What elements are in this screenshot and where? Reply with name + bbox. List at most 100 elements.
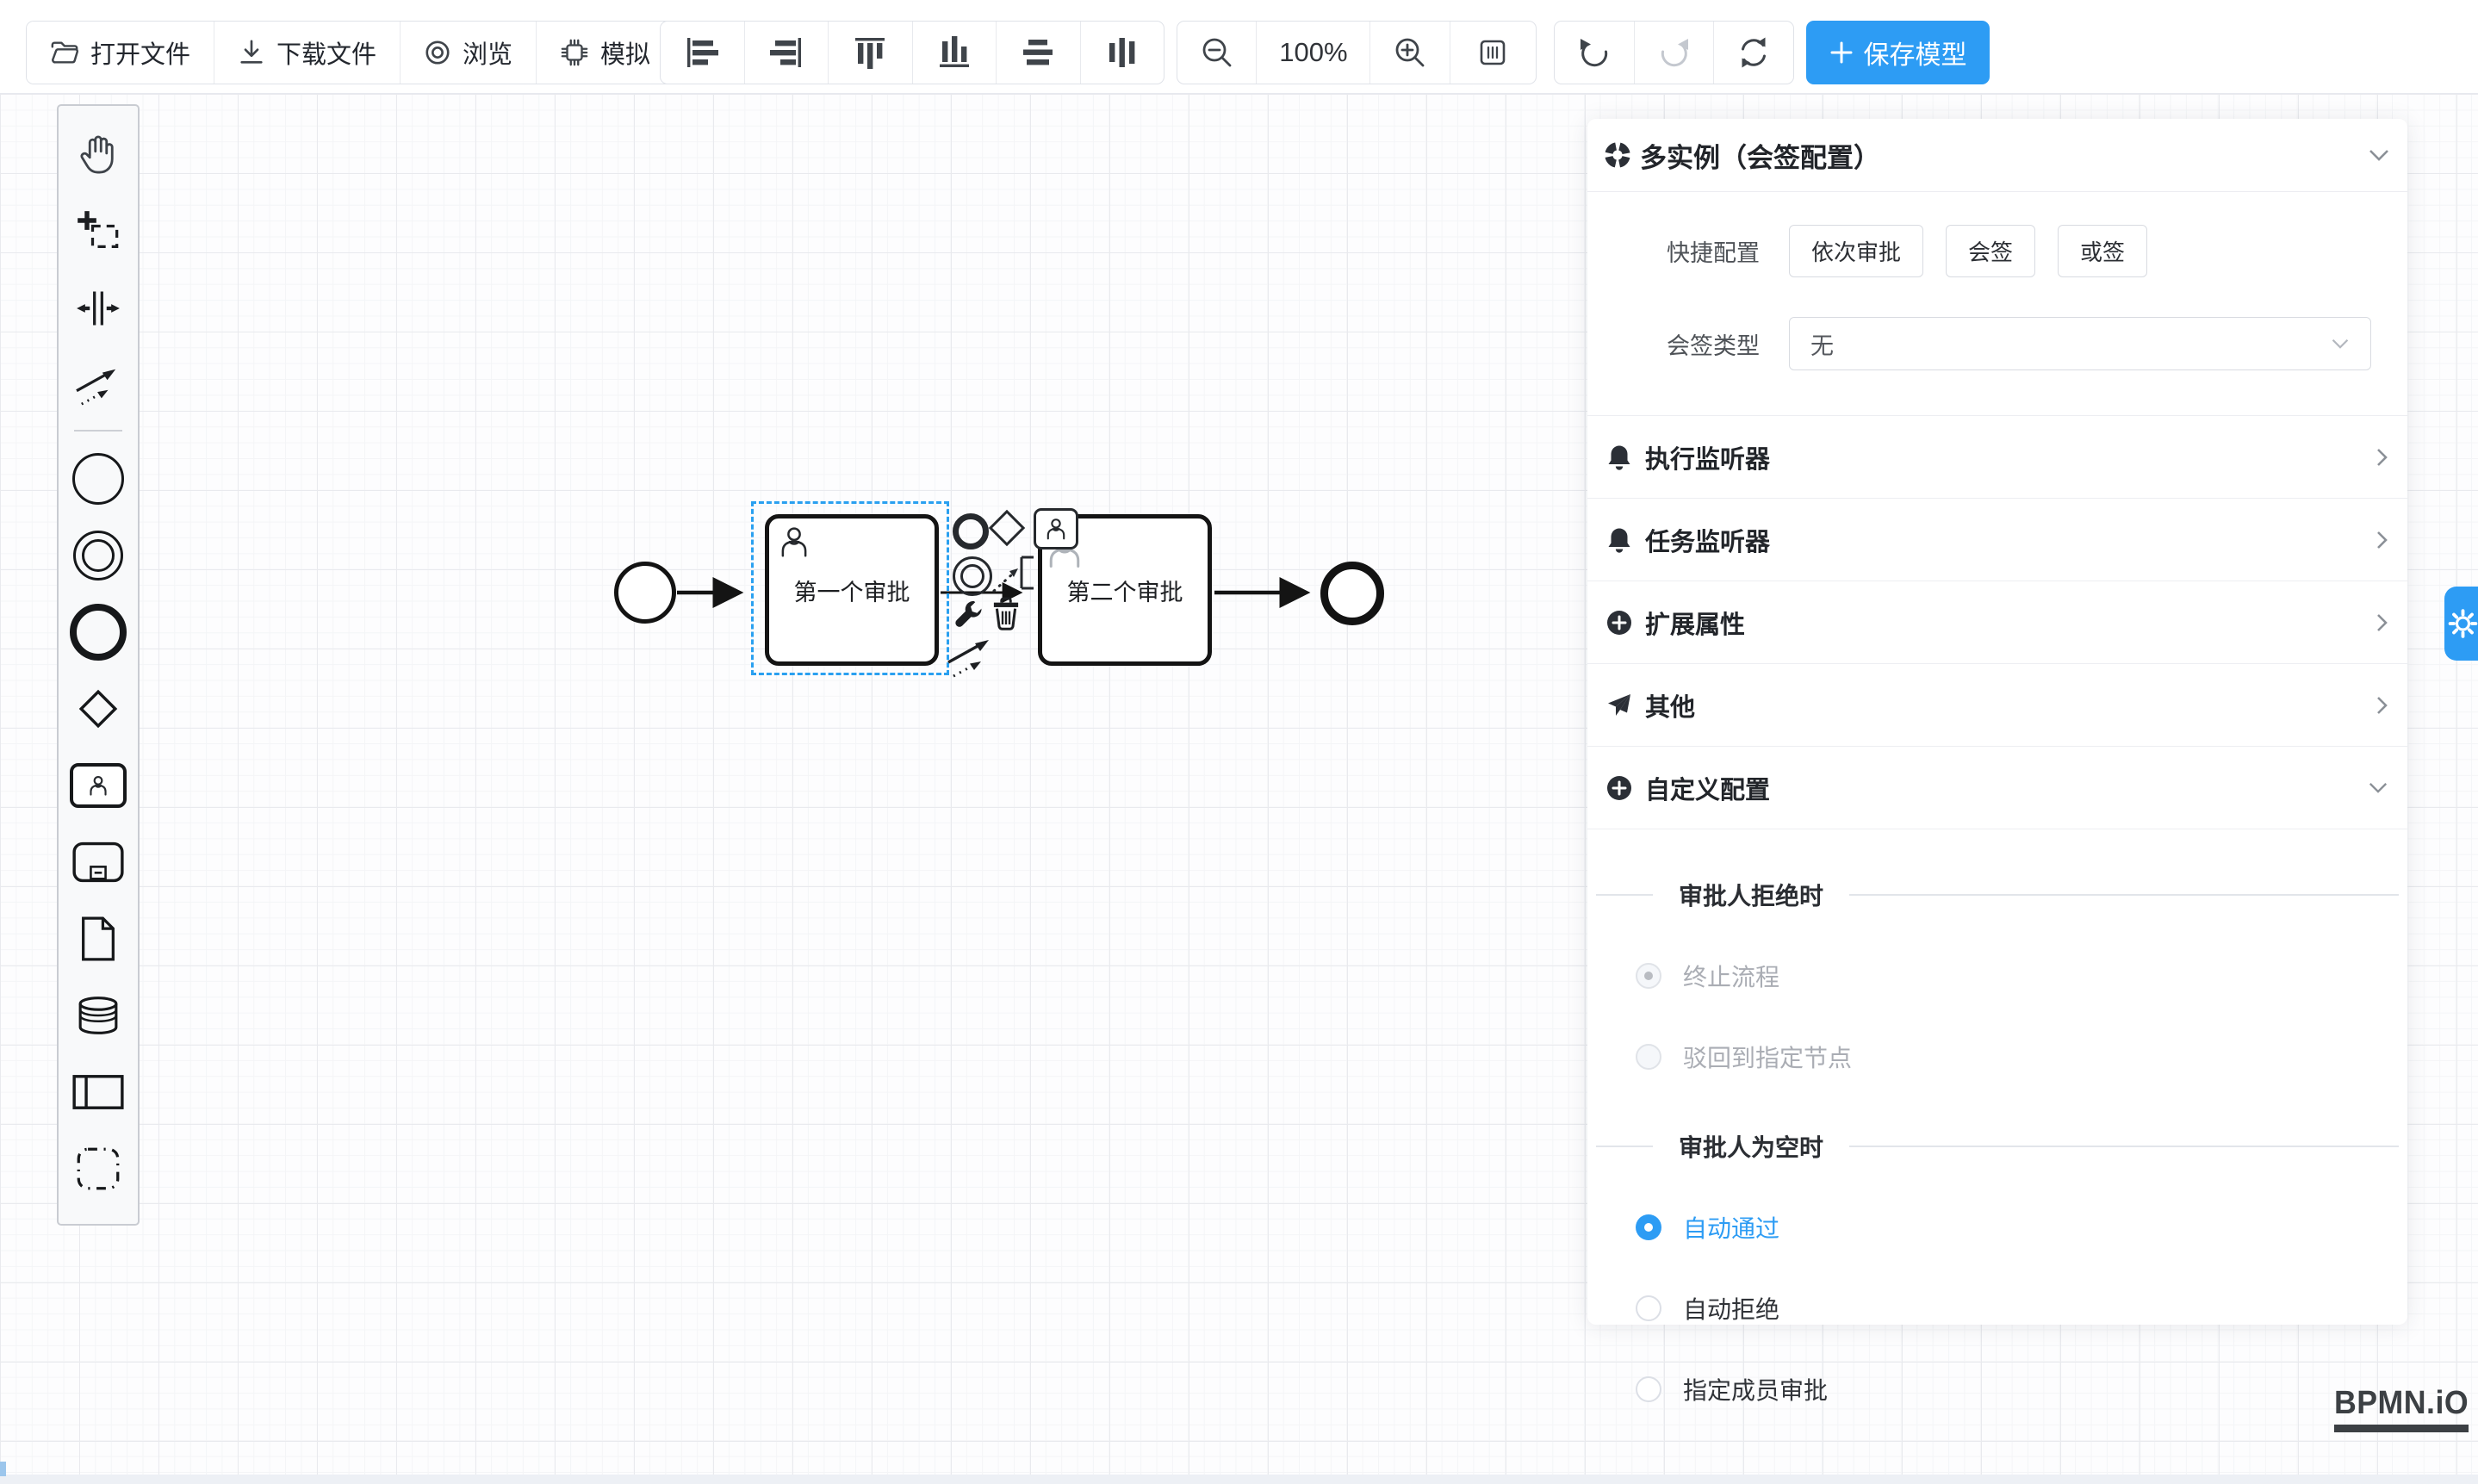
gear-icon <box>2448 607 2478 640</box>
quick-option-orsign[interactable]: 或签 <box>2058 225 2147 277</box>
section-custom-config[interactable]: 自定义配置 <box>1587 747 2407 829</box>
radio-button[interactable] <box>1636 1214 1661 1240</box>
undo-button[interactable] <box>1555 22 1635 84</box>
properties-panel: 多实例（会签配置） 快捷配置 依次审批 会签 或签 会签类型 无 <box>1587 119 2407 1325</box>
append-text-annotation-button[interactable] <box>989 548 1039 598</box>
create-end-event[interactable] <box>59 593 138 670</box>
create-data-object[interactable] <box>59 900 138 977</box>
user-task-1[interactable]: 第一个审批 <box>765 514 939 666</box>
settings-tab[interactable] <box>2444 587 2478 661</box>
intermediate-event-icon <box>73 531 123 581</box>
simulate-button[interactable]: 模拟 <box>537 22 674 84</box>
gateway-icon <box>74 685 122 733</box>
section-other[interactable]: 其他 <box>1587 664 2407 747</box>
radio-button[interactable] <box>1636 1376 1661 1402</box>
section-task-listener[interactable]: 任务监听器 <box>1587 499 2407 581</box>
create-subprocess[interactable] <box>59 823 138 900</box>
end-event[interactable] <box>1320 562 1384 625</box>
plus-icon <box>1829 40 1854 65</box>
radio-button[interactable] <box>1636 1295 1661 1321</box>
zoom-out-button[interactable] <box>1177 22 1257 84</box>
delete-button[interactable] <box>991 596 1022 630</box>
simulate-label: 模拟 <box>600 34 650 71</box>
zoom-level[interactable]: 100% <box>1257 22 1370 84</box>
append-end-event-button[interactable] <box>953 513 989 550</box>
distribute-horizontal-button[interactable] <box>997 22 1081 84</box>
align-right-icon <box>767 34 805 71</box>
radio-return-to-node[interactable]: 驳回到指定节点 <box>1636 1040 2407 1074</box>
quick-option-countersign[interactable]: 会签 <box>1946 225 2035 277</box>
trash-icon <box>991 596 1022 630</box>
align-right-button[interactable] <box>745 22 829 84</box>
section-label: 执行监听器 <box>1645 439 1770 475</box>
task-label: 第二个审批 <box>1067 574 1183 607</box>
align-top-button[interactable] <box>829 22 913 84</box>
change-type-button[interactable] <box>953 598 985 630</box>
radio-button[interactable] <box>1636 963 1661 989</box>
end-event-icon <box>70 604 127 661</box>
create-user-task[interactable] <box>59 747 138 823</box>
save-model-button[interactable]: 保存模型 <box>1806 21 1990 84</box>
create-intermediate-event[interactable] <box>59 517 138 593</box>
append-intermediate-event-button[interactable] <box>953 556 992 596</box>
bottom-edge-strip <box>0 1475 2478 1484</box>
lasso-tool[interactable] <box>59 193 138 270</box>
download-file-button[interactable]: 下载文件 <box>214 22 401 84</box>
panel-sections: 执行监听器 任务监听器 扩展属性 <box>1587 415 2407 829</box>
append-gateway-button[interactable] <box>994 515 1020 541</box>
fit-viewport-button[interactable] <box>1450 22 1536 84</box>
space-tool-icon <box>76 286 121 331</box>
palette-separator <box>74 430 122 432</box>
save-model-label: 保存模型 <box>1864 34 1967 71</box>
radio-auto-pass[interactable]: 自动通过 <box>1636 1210 2407 1245</box>
create-participant[interactable] <box>59 1053 138 1130</box>
hand-tool[interactable] <box>59 116 138 193</box>
bell-icon <box>1606 444 1632 471</box>
download-icon <box>238 39 265 66</box>
download-file-label: 下载文件 <box>276 34 376 71</box>
section-extended-properties[interactable]: 扩展属性 <box>1587 581 2407 664</box>
distribute-vertical-button[interactable] <box>1081 22 1164 84</box>
palette <box>57 104 140 1226</box>
sign-type-select[interactable]: 无 <box>1789 317 2371 370</box>
redo-button[interactable] <box>1635 22 1715 84</box>
plus-circle-icon <box>1606 775 1632 801</box>
sign-type-row: 会签类型 无 <box>1587 317 2407 370</box>
chevron-right-icon <box>2376 447 2388 468</box>
intermediate-event-icon <box>953 556 992 596</box>
quick-config-label: 快捷配置 <box>1587 234 1760 268</box>
open-file-button[interactable]: 打开文件 <box>27 22 214 84</box>
start-event[interactable] <box>614 562 676 624</box>
create-group[interactable] <box>59 1130 138 1207</box>
zoom-in-icon <box>1394 36 1426 69</box>
connect-tool-button[interactable] <box>946 634 996 679</box>
radio-auto-reject[interactable]: 自动拒绝 <box>1636 1291 2407 1326</box>
start-event-icon <box>72 453 124 505</box>
align-bottom-button[interactable] <box>913 22 997 84</box>
chip-icon <box>560 38 589 67</box>
end-event-icon <box>953 513 989 550</box>
space-tool[interactable] <box>59 270 138 346</box>
bpmn-editor-app: 打开文件 下载文件 浏览 <box>0 0 2478 1484</box>
sign-type-value: 无 <box>1810 327 1834 361</box>
wrench-icon <box>953 598 985 630</box>
global-connect-tool[interactable] <box>59 346 138 423</box>
preview-button[interactable]: 浏览 <box>401 22 537 84</box>
append-user-task-button[interactable] <box>1034 508 1078 550</box>
bell-icon <box>1606 526 1632 554</box>
align-left-button[interactable] <box>661 22 745 84</box>
section-execution-listener[interactable]: 执行监听器 <box>1587 416 2407 499</box>
quick-config-row: 快捷配置 依次审批 会签 或签 <box>1587 225 2407 277</box>
hand-icon <box>76 133 121 177</box>
create-start-event[interactable] <box>59 440 138 517</box>
pool-icon <box>72 1074 124 1110</box>
multi-instance-header[interactable]: 多实例（会签配置） <box>1587 119 2407 192</box>
zoom-in-button[interactable] <box>1370 22 1450 84</box>
create-gateway[interactable] <box>59 670 138 747</box>
create-data-store[interactable] <box>59 977 138 1053</box>
radio-terminate-process[interactable]: 终止流程 <box>1636 959 2407 993</box>
radio-assign-member[interactable]: 指定成员审批 <box>1636 1372 2407 1406</box>
radio-button[interactable] <box>1636 1044 1661 1070</box>
quick-option-sequential[interactable]: 依次审批 <box>1789 225 1923 277</box>
refresh-button[interactable] <box>1714 22 1793 84</box>
